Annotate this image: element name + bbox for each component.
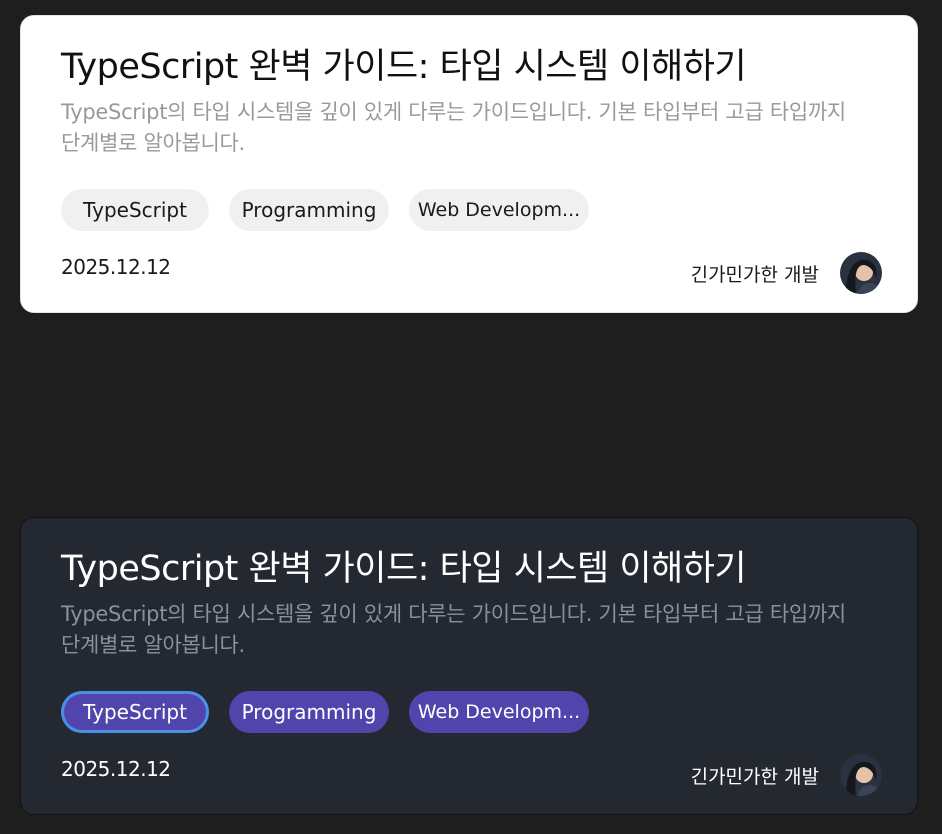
post-description: TypeScript의 타입 시스템을 깊이 있게 다루는 가이드입니다. 기본… <box>61 100 846 155</box>
post-card-dark[interactable]: TypeScript 완벽 가이드: 타입 시스템 이해하기 TypeScrip… <box>20 517 918 815</box>
tag-typescript[interactable]: TypeScript <box>61 691 209 733</box>
post-title[interactable]: TypeScript 완벽 가이드: 타입 시스템 이해하기 <box>61 540 747 591</box>
avatar[interactable] <box>840 754 882 796</box>
tag-web-development[interactable]: Web Developm... <box>409 189 589 231</box>
tag-typescript[interactable]: TypeScript <box>61 189 209 231</box>
avatar[interactable] <box>840 252 882 294</box>
post-date: 2025.12.12 <box>61 255 171 279</box>
post-date: 2025.12.12 <box>61 757 171 781</box>
post-card-light[interactable]: TypeScript 완벽 가이드: 타입 시스템 이해하기 TypeScrip… <box>20 15 918 313</box>
post-description: TypeScript의 타입 시스템을 깊이 있게 다루는 가이드입니다. 기본… <box>61 602 846 657</box>
tag-web-development[interactable]: Web Developm... <box>409 691 589 733</box>
author-name[interactable]: 긴가민가한 개발 <box>691 762 819 789</box>
tag-programming[interactable]: Programming <box>229 691 389 733</box>
tag-programming[interactable]: Programming <box>229 189 389 231</box>
user-avatar-icon <box>840 252 882 294</box>
user-avatar-icon <box>840 754 882 796</box>
author-name[interactable]: 긴가민가한 개발 <box>691 260 819 287</box>
post-title[interactable]: TypeScript 완벽 가이드: 타입 시스템 이해하기 <box>61 38 747 89</box>
